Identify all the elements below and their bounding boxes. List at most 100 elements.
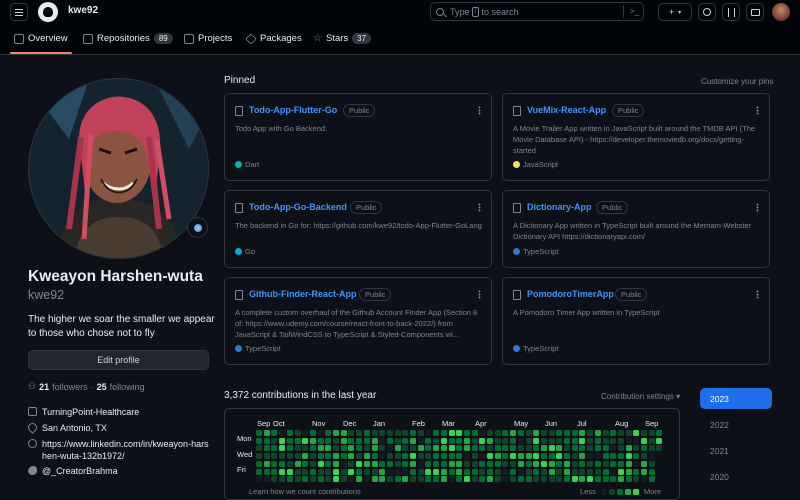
contribution-cell[interactable]: [633, 453, 640, 460]
contribution-cell[interactable]: [394, 430, 401, 436]
contribution-cell[interactable]: [340, 476, 347, 483]
contribution-cell[interactable]: [356, 468, 363, 475]
contribution-cell[interactable]: [333, 445, 339, 452]
contribution-cell[interactable]: [379, 453, 386, 460]
contribution-cell[interactable]: [371, 460, 378, 467]
contribution-cell[interactable]: [448, 430, 455, 436]
year-button-2023[interactable]: 2023: [700, 388, 772, 409]
contribution-cell[interactable]: [625, 476, 632, 483]
contribution-cell[interactable]: [494, 453, 501, 460]
contribution-cell[interactable]: [594, 430, 601, 436]
contribution-cell[interactable]: [348, 430, 355, 436]
contribution-cell[interactable]: [309, 468, 316, 475]
contribution-cell[interactable]: [510, 445, 517, 452]
contribution-cell[interactable]: [386, 476, 393, 483]
contribution-cell[interactable]: [656, 437, 663, 444]
contribution-cell[interactable]: [325, 468, 332, 475]
contribution-cell[interactable]: [317, 430, 324, 436]
contribution-cell[interactable]: [256, 437, 262, 444]
contribution-cell[interactable]: [502, 468, 509, 475]
contribution-cell[interactable]: [271, 445, 278, 452]
contribution-cell[interactable]: [286, 445, 293, 452]
contribution-cell[interactable]: [463, 460, 470, 467]
contribution-cell[interactable]: [379, 445, 386, 452]
contribution-cell[interactable]: [263, 430, 270, 436]
contribution-cell[interactable]: [309, 453, 316, 460]
contribution-cell[interactable]: [417, 445, 424, 452]
contribution-cell[interactable]: [263, 476, 270, 483]
contribution-cell[interactable]: [433, 460, 440, 467]
contribution-cell[interactable]: [440, 453, 447, 460]
contribution-cell[interactable]: [425, 430, 432, 436]
contribution-cell[interactable]: [286, 437, 293, 444]
contribution-cell[interactable]: [440, 445, 447, 452]
contribution-cell[interactable]: [564, 476, 570, 483]
following-label[interactable]: following: [110, 382, 145, 392]
contribution-cell[interactable]: [564, 445, 570, 452]
contribution-cell[interactable]: [564, 430, 570, 436]
contribution-cell[interactable]: [394, 437, 401, 444]
contribution-cell[interactable]: [325, 437, 332, 444]
contribution-cell[interactable]: [525, 468, 532, 475]
contribution-cell[interactable]: [641, 460, 647, 467]
contribution-cell[interactable]: [517, 460, 524, 467]
contribution-cell[interactable]: [487, 460, 493, 467]
contribution-cell[interactable]: [433, 468, 440, 475]
contribution-cell[interactable]: [309, 476, 316, 483]
contribution-cell[interactable]: [363, 430, 370, 436]
edit-profile-button[interactable]: Edit profile: [28, 350, 209, 370]
repo-name-link[interactable]: Todo-App-Go-Backend: [249, 202, 347, 212]
contribution-cell[interactable]: [641, 468, 647, 475]
contribution-cell[interactable]: [340, 460, 347, 467]
contribution-cell[interactable]: [333, 430, 339, 436]
contribution-cell[interactable]: [263, 445, 270, 452]
contribution-cell[interactable]: [617, 460, 624, 467]
contribution-cell[interactable]: [625, 437, 632, 444]
repo-name-link[interactable]: PomodoroTimerApp: [527, 289, 614, 299]
contribution-cell[interactable]: [325, 445, 332, 452]
contribution-cell[interactable]: [540, 476, 547, 483]
contribution-cell[interactable]: [402, 476, 409, 483]
contribution-cell[interactable]: [587, 453, 594, 460]
contribution-cell[interactable]: [564, 468, 570, 475]
contribution-cell[interactable]: [256, 453, 262, 460]
contribution-cell[interactable]: [641, 437, 647, 444]
contribution-cell[interactable]: [256, 476, 262, 483]
contribution-cell[interactable]: [471, 445, 478, 452]
contribution-cell[interactable]: [425, 437, 432, 444]
tab-packages[interactable]: Packages: [245, 32, 302, 45]
menu-icon[interactable]: [10, 3, 28, 21]
contribution-cell[interactable]: [571, 460, 578, 467]
contribution-cell[interactable]: [487, 445, 493, 452]
contribution-cell[interactable]: [363, 453, 370, 460]
contribution-cell[interactable]: [610, 430, 617, 436]
contribution-cell[interactable]: [525, 445, 532, 452]
repo-name-link[interactable]: Dictionary-App: [527, 202, 592, 212]
contribution-cell[interactable]: [410, 437, 416, 444]
profile-avatar[interactable]: [28, 78, 209, 259]
contribution-cell[interactable]: [540, 437, 547, 444]
contribution-cell[interactable]: [602, 430, 609, 436]
contribution-cell[interactable]: [325, 453, 332, 460]
contribution-cell[interactable]: [502, 476, 509, 483]
contribution-cell[interactable]: [487, 430, 493, 436]
contribution-cell[interactable]: [594, 468, 601, 475]
contribution-cell[interactable]: [386, 445, 393, 452]
contribution-cell[interactable]: [340, 445, 347, 452]
contribution-cell[interactable]: [348, 468, 355, 475]
website-link[interactable]: https://www.linkedin.com/in/kweayon-hars…: [42, 438, 213, 462]
contribution-cell[interactable]: [625, 453, 632, 460]
contribution-cell[interactable]: [333, 460, 339, 467]
contribution-cell[interactable]: [610, 468, 617, 475]
contribution-cell[interactable]: [386, 460, 393, 467]
contribution-cell[interactable]: [463, 468, 470, 475]
contribution-cell[interactable]: [271, 430, 278, 436]
contribution-cell[interactable]: [363, 468, 370, 475]
contribution-cell[interactable]: [548, 430, 555, 436]
contribution-cell[interactable]: [633, 445, 640, 452]
contribution-cell[interactable]: [394, 460, 401, 467]
contribution-cell[interactable]: [309, 437, 316, 444]
contribution-cell[interactable]: [456, 460, 463, 467]
contribution-cell[interactable]: [371, 430, 378, 436]
contribution-cell[interactable]: [587, 460, 594, 467]
